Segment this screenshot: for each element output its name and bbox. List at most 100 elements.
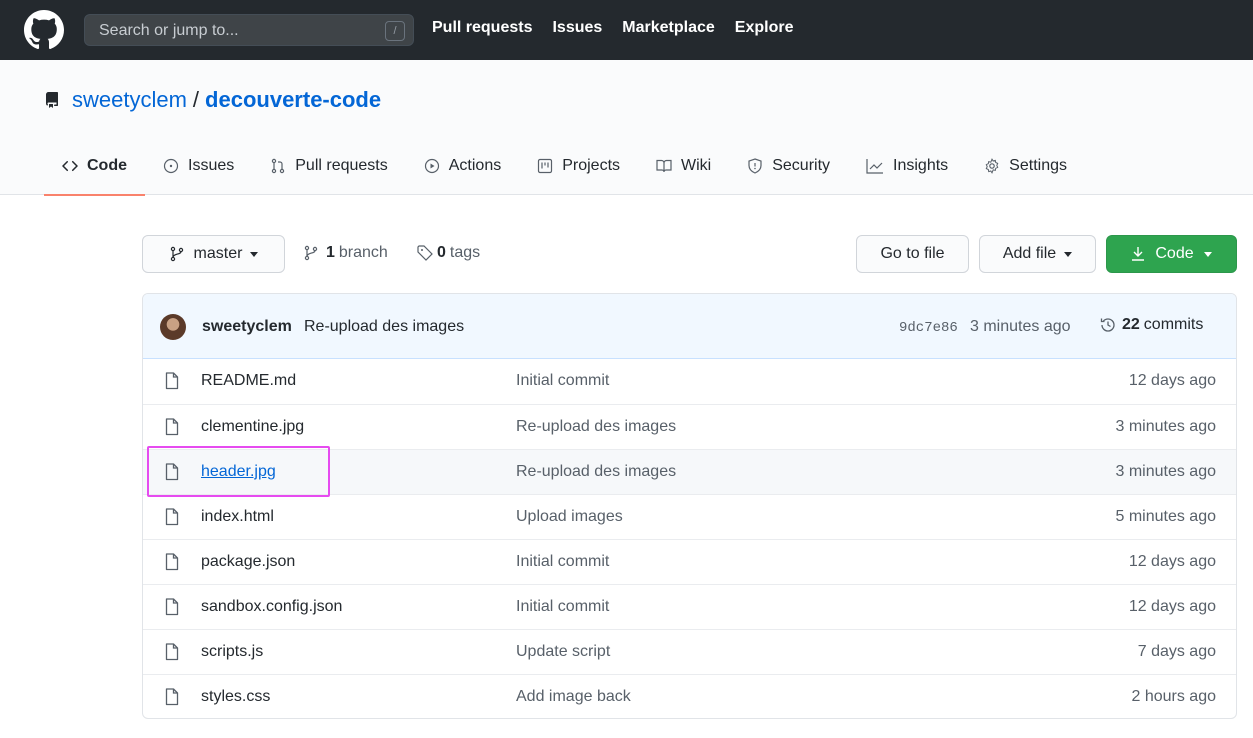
file-commit-message-link[interactable]: Upload images — [516, 508, 623, 526]
nav-pull-requests[interactable]: Pull requests — [432, 19, 532, 37]
graph-icon — [866, 159, 884, 174]
repo-icon — [46, 92, 58, 108]
file-commit-message-link[interactable]: Update script — [516, 643, 610, 661]
tab-code[interactable]: Code — [44, 148, 145, 196]
table-row[interactable]: header.jpg Re-upload des images 3 minutes … — [143, 449, 1236, 494]
history-icon — [1100, 318, 1115, 332]
add-file-label: Add file — [1002, 245, 1057, 262]
table-row[interactable]: scripts.js Update script 7 days ago — [143, 629, 1236, 674]
file-icon — [165, 688, 179, 706]
file-age: 5 minutes ago — [1115, 508, 1216, 525]
issue-icon — [163, 158, 179, 174]
add-file-button[interactable]: Add file — [979, 235, 1096, 273]
repo-title: sweetyclem / decouverte-code — [44, 87, 381, 113]
file-list: sweetyclem Re-upload des images 9dc7e86 … — [142, 293, 1237, 719]
file-icon — [165, 643, 179, 661]
repo-owner-link[interactable]: sweetyclem — [72, 87, 187, 113]
tab-security[interactable]: Security — [729, 148, 848, 184]
commit-time: 3 minutes ago — [970, 318, 1071, 335]
file-commit-message-link[interactable]: Initial commit — [516, 372, 609, 390]
branch-count: 1 — [326, 244, 335, 261]
tag-count-label: tags — [449, 244, 481, 261]
file-name-link[interactable]: package.json — [201, 553, 295, 571]
commit-author-link[interactable]: sweetyclem — [202, 318, 292, 336]
tab-projects-label: Projects — [562, 157, 621, 174]
table-row[interactable]: README.md Initial commit 12 days ago — [143, 359, 1236, 404]
chevron-down-icon — [1203, 251, 1212, 257]
table-row[interactable]: styles.css Add image back 2 hours ago — [143, 674, 1236, 718]
code-icon — [62, 160, 78, 171]
tab-issues[interactable]: Issues — [145, 148, 252, 184]
tab-settings[interactable]: Settings — [966, 148, 1085, 184]
commit-count-label: commits — [1143, 316, 1204, 333]
branch-count-label: branch — [338, 244, 388, 261]
repo-name-link[interactable]: decouverte-code — [205, 87, 381, 113]
tag-icon — [417, 245, 433, 261]
file-commit-message-link[interactable]: Re-upload des images — [516, 463, 676, 481]
tab-insights[interactable]: Insights — [848, 148, 966, 184]
tab-actions[interactable]: Actions — [406, 148, 519, 184]
commit-sha-link[interactable]: 9dc7e86 — [899, 320, 958, 336]
file-commit-message-link[interactable]: Initial commit — [516, 553, 609, 571]
file-name-link[interactable]: README.md — [201, 372, 296, 390]
tab-actions-label: Actions — [448, 157, 502, 174]
branch-icon — [170, 246, 183, 262]
file-icon — [165, 372, 179, 390]
table-row[interactable]: package.json Initial commit 12 days ago — [143, 539, 1236, 584]
shield-icon — [748, 158, 762, 174]
avatar[interactable] — [160, 314, 186, 340]
tab-projects[interactable]: Projects — [519, 148, 638, 184]
nav-marketplace[interactable]: Marketplace — [622, 19, 715, 37]
tab-pull-requests-label: Pull requests — [295, 157, 388, 174]
file-age: 12 days ago — [1128, 553, 1216, 570]
global-nav: Pull requests Issues Marketplace Explore — [432, 19, 793, 37]
file-commit-message-link[interactable]: Add image back — [516, 688, 631, 706]
file-commit-message-link[interactable]: Re-upload des images — [516, 418, 676, 436]
table-row[interactable]: clementine.jpg Re-upload des images 3 minu… — [143, 404, 1236, 449]
file-commit-message-link[interactable]: Initial commit — [516, 598, 609, 616]
repo-separator: / — [192, 87, 200, 112]
tab-insights-label: Insights — [893, 157, 949, 174]
nav-explore[interactable]: Explore — [735, 19, 794, 37]
file-name-link[interactable]: clementine.jpg — [201, 418, 304, 436]
tab-security-label: Security — [772, 157, 831, 174]
play-icon — [424, 158, 439, 174]
file-name-link[interactable]: sandbox.config.json — [201, 598, 342, 616]
file-icon — [165, 553, 179, 571]
go-to-file-button[interactable]: Go to file — [856, 235, 969, 273]
file-name-link[interactable]: index.html — [201, 508, 274, 526]
tab-pull-requests[interactable]: Pull requests — [252, 148, 406, 184]
code-download-button[interactable]: Code — [1106, 235, 1237, 273]
table-row[interactable]: index.html Upload images 5 minutes ago — [143, 494, 1236, 539]
file-rows: README.md Initial commit 12 days ago clemen… — [143, 359, 1236, 718]
branch-count-link[interactable]: 1 branch — [303, 244, 388, 262]
table-row[interactable]: sandbox.config.json Initial commit 12 days… — [143, 584, 1236, 629]
book-icon — [656, 159, 672, 173]
go-to-file-label: Go to file — [880, 245, 945, 262]
file-icon — [165, 508, 179, 526]
nav-issues[interactable]: Issues — [552, 19, 602, 37]
file-age: 3 minutes ago — [1115, 418, 1216, 435]
search-input[interactable]: Search or jump to... / — [84, 14, 414, 46]
file-name-link[interactable]: header.jpg — [201, 463, 276, 481]
download-icon — [1132, 247, 1145, 261]
tab-wiki[interactable]: Wiki — [638, 148, 729, 184]
file-icon — [165, 463, 179, 481]
branch-select-button[interactable]: master — [142, 235, 285, 273]
code-button-label: Code — [1155, 245, 1194, 262]
pull-request-icon — [272, 158, 285, 174]
latest-commit: sweetyclem Re-upload des images 9dc7e86 … — [143, 294, 1236, 359]
file-age: 7 days ago — [1137, 643, 1216, 660]
tag-count-link[interactable]: 0 tags — [417, 244, 480, 262]
chevron-down-icon — [250, 251, 259, 257]
commit-message-link[interactable]: Re-upload des images — [304, 318, 464, 336]
file-icon — [165, 598, 179, 616]
file-name-link[interactable]: scripts.js — [201, 643, 263, 661]
chevron-down-icon — [1064, 251, 1073, 257]
file-age: 2 hours ago — [1131, 688, 1216, 705]
github-logo-icon[interactable] — [24, 10, 64, 50]
file-age: 3 minutes ago — [1115, 463, 1216, 480]
commit-history-link[interactable]: 22 commits — [1099, 316, 1203, 334]
file-age: 12 days ago — [1128, 598, 1216, 615]
file-name-link[interactable]: styles.css — [201, 688, 270, 706]
